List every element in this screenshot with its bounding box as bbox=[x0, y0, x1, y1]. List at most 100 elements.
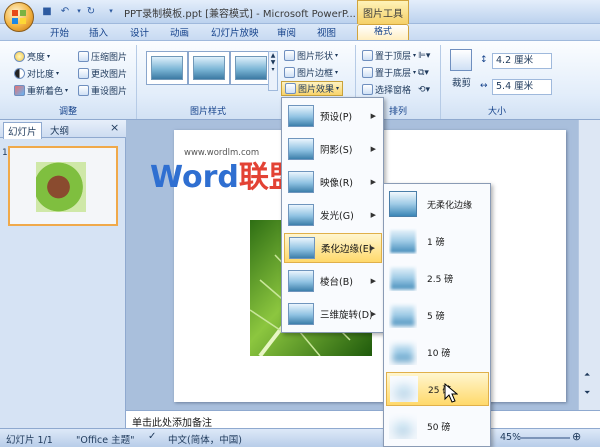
styles-gallery-scroll[interactable]: ▲ ▼ ▾ bbox=[268, 51, 278, 91]
send-to-back-button[interactable]: 置于底层 ▾ bbox=[362, 65, 416, 80]
reflection-icon bbox=[288, 171, 314, 193]
watermark-url: www.wordlm.com bbox=[184, 148, 260, 158]
preset-icon bbox=[288, 105, 314, 127]
tab-slideshow[interactable]: 幻灯片放映 bbox=[211, 25, 259, 40]
submenu-arrow-icon: ▶ bbox=[370, 277, 376, 285]
slide-indicator: 幻灯片 1/1 bbox=[6, 435, 53, 446]
reset-picture-button[interactable]: 重设图片 bbox=[78, 83, 127, 98]
soft-edge-preview-icon bbox=[389, 302, 417, 328]
soft-edge-label: 5 磅 bbox=[427, 311, 445, 322]
tab-insert[interactable]: 插入 bbox=[89, 25, 108, 40]
bring-front-icon bbox=[362, 50, 373, 61]
picture-style-1[interactable] bbox=[146, 51, 188, 85]
change-picture-button[interactable]: 更改图片 bbox=[78, 66, 127, 81]
width-input[interactable]: 5.4 厘米 bbox=[492, 79, 552, 95]
picture-effects-button[interactable]: 图片效果 ▾ bbox=[281, 81, 344, 96]
effects-menu-item-soft-edges[interactable]: 柔化边缘(E) ▶ bbox=[284, 233, 382, 263]
soft-edge-preview-icon bbox=[389, 339, 417, 365]
soft-edge-preview-icon bbox=[389, 191, 417, 217]
close-panel-icon[interactable]: × bbox=[110, 121, 119, 134]
prev-slide-icon[interactable]: ⏶ bbox=[584, 370, 590, 380]
soft-edge-option[interactable]: 2.5 磅 bbox=[386, 261, 489, 295]
picture-tools-tab: 图片工具 bbox=[357, 0, 409, 24]
bring-to-front-button[interactable]: 置于顶层 ▾ bbox=[362, 48, 416, 63]
group-icon[interactable]: ⧉▾ bbox=[418, 65, 429, 80]
brightness-button[interactable]: 亮度 ▾ bbox=[14, 49, 50, 64]
effects-menu-item-reflection[interactable]: 映像(R) ▶ bbox=[284, 167, 382, 197]
qat-customize-icon[interactable]: ▾ bbox=[104, 4, 118, 18]
bevel-icon bbox=[288, 270, 314, 292]
zoom-in-icon[interactable]: ⊕ bbox=[572, 430, 581, 443]
slide-thumbnail[interactable] bbox=[8, 146, 118, 226]
effects-menu-item-bevel[interactable]: 棱台(B) ▶ bbox=[284, 266, 382, 296]
language-indicator: 中文(简体，中国) bbox=[168, 435, 242, 446]
tab-animation[interactable]: 动画 bbox=[170, 25, 189, 40]
watermark-logo: Word联盟 bbox=[150, 152, 299, 196]
shadow-icon bbox=[288, 138, 314, 160]
soft-edges-icon bbox=[289, 237, 315, 259]
zoom-slider[interactable] bbox=[520, 437, 570, 439]
title-bar: ■ ↶ ▾ ↻ ▾ PPT录制模板.ppt [兼容模式] - Microsoft… bbox=[0, 0, 600, 24]
border-icon bbox=[284, 67, 295, 78]
next-slide-icon[interactable]: ⏷ bbox=[584, 388, 590, 398]
tab-design[interactable]: 设计 bbox=[130, 25, 149, 40]
submenu-arrow-icon: ▶ bbox=[370, 211, 376, 219]
soft-edges-submenu: 无柔化边缘 1 磅 2.5 磅 5 磅 10 磅 25 磅 50 磅 bbox=[383, 183, 491, 447]
effects-menu-label: 阴影(S) bbox=[320, 145, 353, 156]
3d-rotation-icon bbox=[288, 303, 314, 325]
soft-edge-option[interactable]: 10 磅 bbox=[386, 335, 489, 369]
zoom-level[interactable]: 45% bbox=[500, 432, 521, 443]
height-input[interactable]: 4.2 厘米 bbox=[492, 53, 552, 69]
recolor-button[interactable]: 重新着色 ▾ bbox=[14, 83, 68, 98]
panel-tabs: 幻灯片 大纲 × bbox=[0, 120, 126, 139]
send-back-icon bbox=[362, 67, 373, 78]
adjust-group-label: 调整 bbox=[58, 107, 77, 117]
effects-menu-item-shadow[interactable]: 阴影(S) ▶ bbox=[284, 134, 382, 164]
compress-icon bbox=[78, 51, 89, 62]
effects-menu-item-3d-rotation[interactable]: 三维旋转(D) ▶ bbox=[284, 299, 382, 329]
height-icon: ↕ bbox=[480, 55, 488, 65]
group-separator bbox=[440, 45, 441, 119]
crop-icon[interactable] bbox=[450, 49, 472, 71]
soft-edge-preview-icon bbox=[389, 228, 417, 254]
compress-pictures-button[interactable]: 压缩图片 bbox=[78, 49, 127, 64]
theme-name: "Office 主题" bbox=[76, 435, 135, 446]
picture-styles-group-label: 图片样式 bbox=[189, 107, 226, 117]
office-logo-icon bbox=[12, 10, 26, 24]
soft-edge-option[interactable]: 无柔化边缘 bbox=[386, 187, 489, 221]
tab-slides[interactable]: 幻灯片 bbox=[3, 122, 42, 139]
picture-shape-button[interactable]: 图片形状 ▾ bbox=[284, 48, 338, 63]
picture-style-2[interactable] bbox=[188, 51, 230, 85]
undo-icon[interactable]: ↶ bbox=[58, 4, 72, 18]
soft-edge-option[interactable]: 50 磅 bbox=[386, 409, 489, 443]
spell-check-icon[interactable]: ✓ bbox=[148, 431, 156, 442]
submenu-arrow-icon: ▶ bbox=[370, 310, 376, 318]
contrast-button[interactable]: 对比度 ▾ bbox=[14, 66, 59, 81]
soft-edge-option[interactable]: 25 磅 bbox=[386, 372, 489, 406]
tab-home[interactable]: 开始 bbox=[50, 25, 69, 40]
picture-style-3[interactable] bbox=[230, 51, 272, 85]
document-title: PPT录制模板.ppt [兼容模式] - Microsoft PowerP... bbox=[124, 9, 356, 20]
office-button[interactable] bbox=[4, 2, 34, 32]
effects-menu-item-preset[interactable]: 预设(P) ▶ bbox=[284, 101, 382, 131]
effects-menu-item-glow[interactable]: 发光(G) ▶ bbox=[284, 200, 382, 230]
shape-icon bbox=[284, 50, 295, 61]
tab-outline[interactable]: 大纲 bbox=[50, 123, 69, 137]
rotate-icon[interactable]: ⟲▾ bbox=[418, 82, 430, 97]
align-icon[interactable]: ⊫▾ bbox=[418, 48, 430, 63]
notes-pane[interactable]: 单击此处添加备注 bbox=[126, 410, 600, 429]
selection-pane-button[interactable]: 选择窗格 bbox=[362, 82, 411, 97]
soft-edge-label: 1 磅 bbox=[427, 237, 445, 248]
soft-edge-option[interactable]: 5 磅 bbox=[386, 298, 489, 332]
save-icon[interactable]: ■ bbox=[40, 4, 54, 18]
redo-icon[interactable]: ↻ bbox=[84, 4, 98, 18]
tab-review[interactable]: 审阅 bbox=[277, 25, 296, 40]
tab-format[interactable]: 格式 bbox=[357, 24, 409, 40]
tab-view[interactable]: 视图 bbox=[317, 25, 336, 40]
picture-border-button[interactable]: 图片边框 ▾ bbox=[284, 65, 338, 80]
soft-edge-option[interactable]: 1 磅 bbox=[386, 224, 489, 258]
effects-menu-label: 发光(G) bbox=[320, 211, 354, 222]
thumbnail-image bbox=[36, 162, 86, 212]
slides-panel: 幻灯片 大纲 × 1 bbox=[0, 120, 126, 428]
vertical-scrollbar[interactable]: ⏶ ⏷ bbox=[578, 120, 600, 410]
